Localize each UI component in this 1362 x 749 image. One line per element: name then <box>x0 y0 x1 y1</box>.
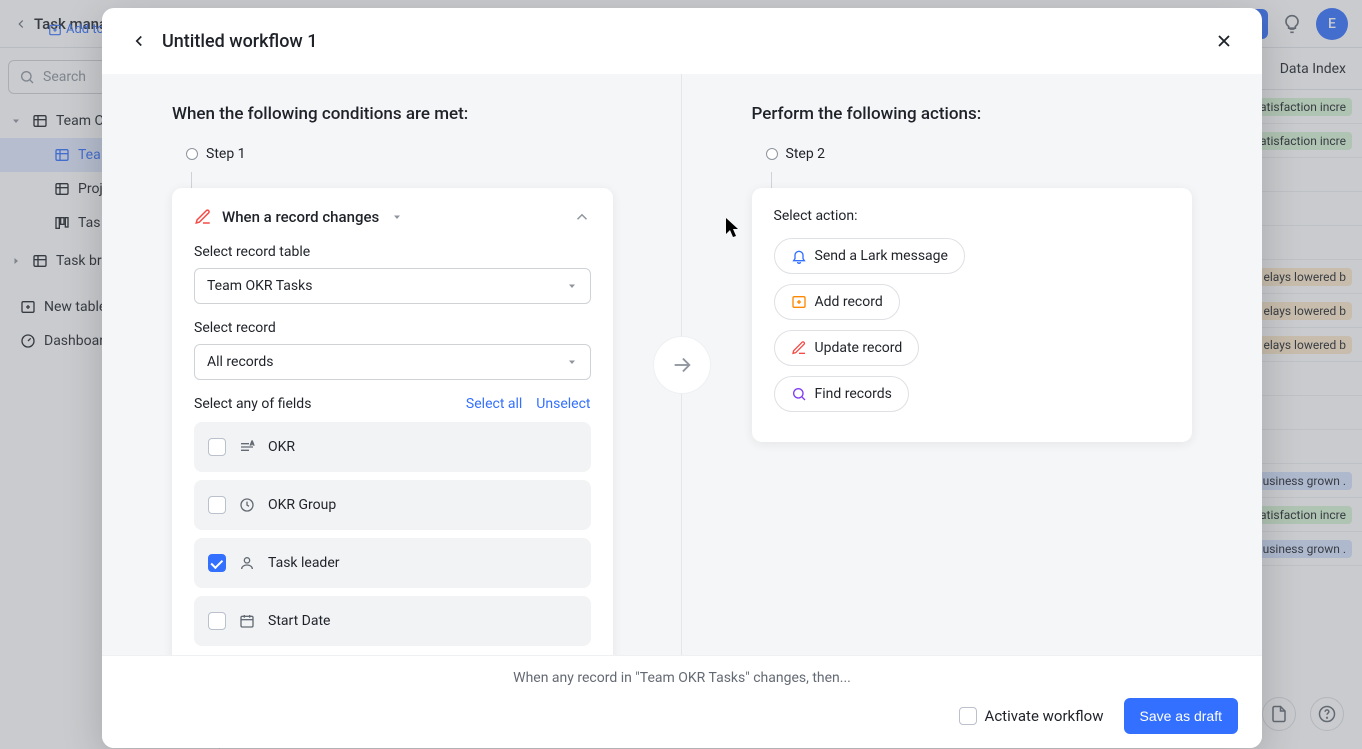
field-label: Task leader <box>268 555 340 571</box>
select-table-label: Select record table <box>194 244 591 260</box>
modal-footer: When any record in "Team OKR Tasks" chan… <box>102 655 1262 748</box>
field-row[interactable]: Task leader <box>194 538 591 588</box>
unselect-link[interactable]: Unselect <box>536 396 590 412</box>
flow-arrow-icon <box>653 336 711 394</box>
actions-pane: Perform the following actions: Step 2 Se… <box>682 74 1263 655</box>
chevron-down-icon <box>566 280 578 292</box>
field-checkbox[interactable] <box>208 496 226 514</box>
search-icon <box>791 386 807 402</box>
step-dot-icon <box>186 148 198 160</box>
modal-header: Untitled workflow 1 <box>102 8 1262 74</box>
workflow-summary: When any record in "Team OKR Tasks" chan… <box>126 670 1238 686</box>
field-checkbox[interactable] <box>208 612 226 630</box>
trigger-name: When a record changes <box>222 208 379 226</box>
action-add-button[interactable]: Add record <box>774 284 900 320</box>
record-select[interactable]: All records <box>194 344 591 380</box>
trigger-card: When a record changes Select record tabl… <box>172 188 613 655</box>
select-action-label: Select action: <box>774 208 1171 224</box>
select-record-label: Select record <box>194 320 591 336</box>
close-button[interactable] <box>1210 27 1238 55</box>
field-checkbox[interactable] <box>208 438 226 456</box>
add-icon <box>791 294 807 310</box>
activate-workflow-checkbox[interactable]: Activate workflow <box>959 707 1104 725</box>
action-label: Update record <box>815 340 903 356</box>
field-row[interactable]: OKR Group <box>194 480 591 530</box>
fields-label: Select any of fields <box>194 396 311 412</box>
field-row[interactable]: Start Date <box>194 596 591 646</box>
field-label: OKR <box>268 439 295 455</box>
bell-icon <box>791 248 807 264</box>
modal-title: Untitled workflow 1 <box>162 31 317 52</box>
action-label: Find records <box>815 386 892 402</box>
action-bell-button[interactable]: Send a Lark message <box>774 238 965 274</box>
text-icon: A <box>238 439 256 455</box>
collapse-button[interactable] <box>573 208 591 226</box>
field-row[interactable]: A OKR <box>194 422 591 472</box>
person-icon <box>238 555 256 571</box>
action-edit-button[interactable]: Update record <box>774 330 920 366</box>
action-card: Select action: Send a Lark message Add re… <box>752 188 1193 442</box>
date-icon <box>238 613 256 629</box>
save-draft-button[interactable]: Save as draft <box>1124 698 1239 734</box>
step-dot-icon <box>766 148 778 160</box>
step-2-label: Step 2 <box>766 146 1193 162</box>
checkbox-icon <box>959 707 977 725</box>
conditions-heading: When the following conditions are met: <box>172 104 613 124</box>
chevron-down-icon <box>566 356 578 368</box>
trigger-dropdown-icon[interactable] <box>391 211 403 223</box>
actions-heading: Perform the following actions: <box>752 104 1193 124</box>
workflow-modal: Untitled workflow 1 When the following c… <box>102 8 1262 748</box>
action-search-button[interactable]: Find records <box>774 376 909 412</box>
select-all-link[interactable]: Select all <box>466 396 522 412</box>
back-button[interactable] <box>126 28 152 54</box>
svg-text:A: A <box>250 441 254 447</box>
field-checkbox[interactable] <box>208 554 226 572</box>
field-label: Start Date <box>268 613 330 629</box>
field-label: OKR Group <box>268 497 336 513</box>
edit-icon <box>791 340 807 356</box>
action-label: Add record <box>815 294 883 310</box>
conditions-pane: When the following conditions are met: S… <box>102 74 681 655</box>
edit-icon <box>194 208 212 226</box>
step-1-label: Step 1 <box>186 146 613 162</box>
action-label: Send a Lark message <box>815 248 948 264</box>
select-icon <box>238 497 256 513</box>
table-select[interactable]: Team OKR Tasks <box>194 268 591 304</box>
